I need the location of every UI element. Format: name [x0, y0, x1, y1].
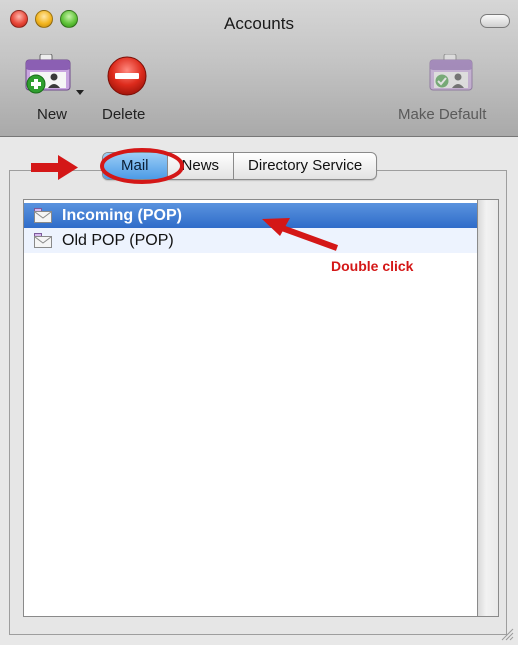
- resize-grip-icon[interactable]: [500, 627, 514, 641]
- accounts-window: Accounts New Delete Make Default Mail Ne…: [0, 0, 518, 645]
- arrow-to-incoming-row-icon: [262, 218, 339, 251]
- annotation-overlay: [31, 148, 339, 251]
- arrow-to-mail-tab-icon: [31, 155, 78, 180]
- double-click-annotation: Double click: [331, 258, 414, 274]
- mail-tab-highlight-ellipse: [100, 148, 184, 184]
